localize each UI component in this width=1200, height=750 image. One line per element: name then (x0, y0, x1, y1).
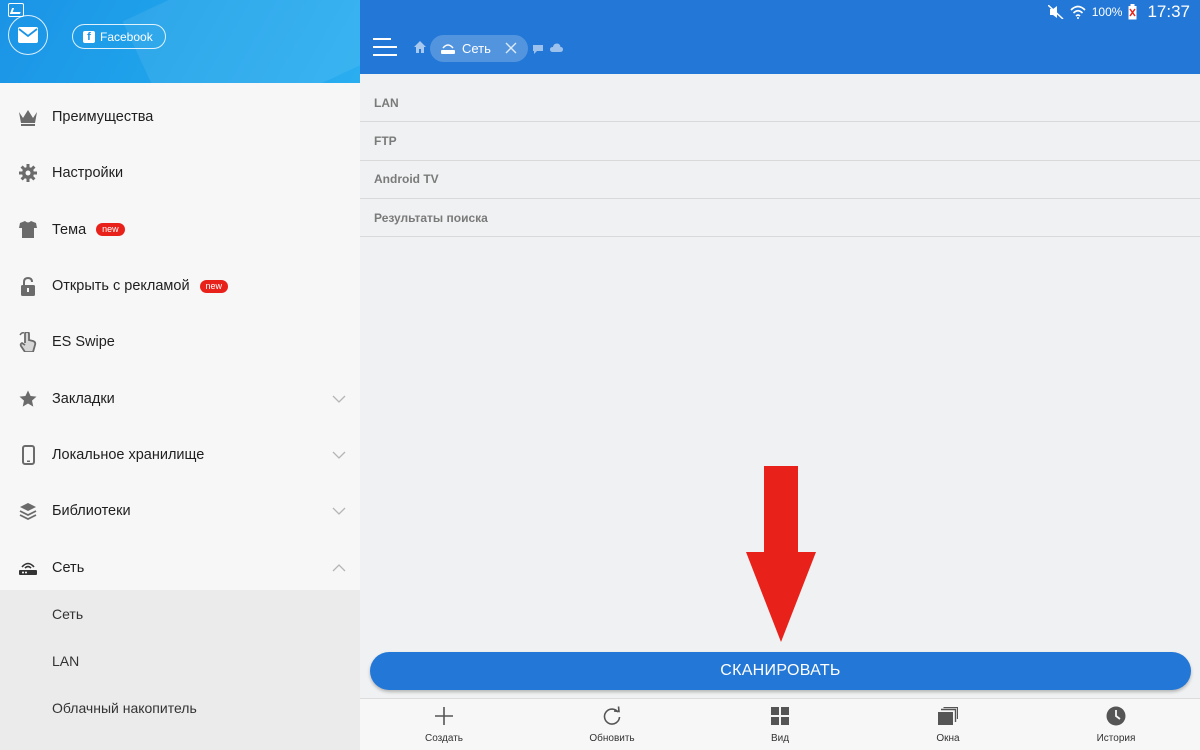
menu-icon[interactable] (373, 38, 397, 58)
wifi-icon (1070, 5, 1086, 19)
status-indicators: 100% 17:37 (1047, 0, 1190, 23)
gear-icon (18, 163, 38, 183)
router-icon (440, 43, 456, 55)
bottom-toolbar: Создать Обновить Вид Окна История (360, 698, 1200, 750)
swipe-hand-icon (18, 332, 38, 353)
menu-item-label: Настройки (52, 165, 124, 182)
tshirt-icon (18, 220, 38, 240)
navigation-drawer: f Facebook Преимущества Настройки Тема n… (0, 0, 360, 750)
layers-icon (18, 501, 38, 521)
submenu-item-cloud[interactable]: Облачный накопитель (0, 684, 360, 731)
unlock-icon (18, 276, 38, 296)
new-badge: new (96, 223, 125, 237)
menu-item-premium[interactable]: Преимущества (0, 89, 360, 145)
menu-item-theme[interactable]: Тема new (0, 202, 360, 258)
menu-item-label: Библиотеки (52, 503, 131, 520)
chevron-down-icon[interactable] (332, 449, 346, 461)
network-row-ftp[interactable]: FTP (360, 122, 1200, 161)
menu-item-label: Сеть (52, 559, 85, 576)
facebook-icon: f (83, 30, 95, 43)
create-button[interactable]: Создать (360, 699, 528, 750)
menu-item-local-storage[interactable]: Локальное хранилище (0, 427, 360, 483)
menu-item-bookmarks[interactable]: Закладки (0, 370, 360, 426)
network-submenu: Сеть LAN Облачный накопитель FTP (0, 590, 360, 750)
scan-button[interactable]: СКАНИРОВАТЬ (370, 652, 1191, 690)
new-badge: new (199, 279, 229, 293)
history-button[interactable]: История (1032, 699, 1200, 750)
status-bar-left (0, 0, 360, 23)
main-content: Сеть LAN FTP Android TV Результаты поиск… (360, 23, 1200, 750)
plus-icon (434, 705, 454, 727)
bottom-bar-label: Окна (936, 733, 960, 744)
menu-item-open-with-ads[interactable]: Открыть с рекламой new (0, 258, 360, 314)
menu-item-label: Закладки (52, 390, 115, 407)
submenu-item-network[interactable]: Сеть (0, 590, 360, 637)
menu-item-label: Тема (52, 221, 87, 238)
bottom-bar-label: Создать (424, 733, 463, 744)
submenu-item-lan[interactable]: LAN (0, 637, 360, 684)
phone-icon (18, 444, 38, 465)
gallery-notification-icon (8, 3, 24, 17)
chevron-down-icon[interactable] (332, 505, 346, 517)
bottom-bar-label: История (1096, 733, 1136, 744)
windows-icon (938, 705, 958, 727)
network-row-search-results[interactable]: Результаты поиска (360, 199, 1200, 238)
chevron-down-icon[interactable] (332, 393, 346, 405)
refresh-button[interactable]: Обновить (528, 699, 696, 750)
status-bar: 100% 17:37 (360, 0, 1200, 23)
mail-icon (18, 27, 38, 43)
view-button[interactable]: Вид (696, 699, 864, 750)
tab-network[interactable]: Сеть (430, 35, 528, 62)
menu-item-label: Открыть с рекламой (52, 278, 190, 295)
menu-item-settings[interactable]: Настройки (0, 145, 360, 201)
battery-icon (1128, 3, 1137, 19)
refresh-icon (602, 705, 622, 727)
clock: 17:37 (1147, 1, 1190, 21)
menu-item-network[interactable]: Сеть (0, 539, 360, 595)
submenu-item-ftp[interactable]: FTP (0, 731, 360, 750)
menu-item-label: Локальное хранилище (52, 446, 205, 463)
windows-button[interactable]: Окна (864, 699, 1032, 750)
tab-label: Сеть (462, 41, 491, 56)
crown-icon (18, 107, 38, 127)
router-icon (18, 558, 38, 578)
battery-level: 100% (1091, 4, 1123, 19)
network-row-android-tv[interactable]: Android TV (360, 161, 1200, 199)
cloud-icon[interactable] (550, 43, 563, 53)
toolbar: Сеть (360, 23, 1200, 74)
chevron-up-icon[interactable] (332, 562, 346, 574)
chat-icon[interactable] (532, 44, 544, 54)
bottom-bar-label: Обновить (589, 733, 635, 744)
bottom-bar-label: Вид (770, 733, 790, 744)
facebook-button[interactable]: f Facebook (72, 24, 166, 49)
clock-icon (1106, 705, 1126, 727)
menu-item-label: Преимущества (52, 109, 154, 126)
red-arrow-annotation (746, 466, 816, 642)
network-row-lan[interactable]: LAN (360, 84, 1200, 123)
menu-item-libraries[interactable]: Библиотеки (0, 483, 360, 539)
network-list: LAN FTP Android TV Результаты поиска (360, 84, 1200, 238)
mute-icon (1047, 4, 1064, 19)
close-icon[interactable] (504, 41, 518, 55)
home-icon[interactable] (414, 41, 426, 53)
drawer-menu: Преимущества Настройки Тема new Открыть … (0, 89, 360, 596)
menu-item-es-swipe[interactable]: ES Swipe (0, 314, 360, 370)
grid-icon (771, 705, 789, 727)
star-icon (18, 389, 38, 409)
facebook-label: Facebook (100, 29, 153, 44)
menu-item-label: ES Swipe (52, 334, 115, 351)
